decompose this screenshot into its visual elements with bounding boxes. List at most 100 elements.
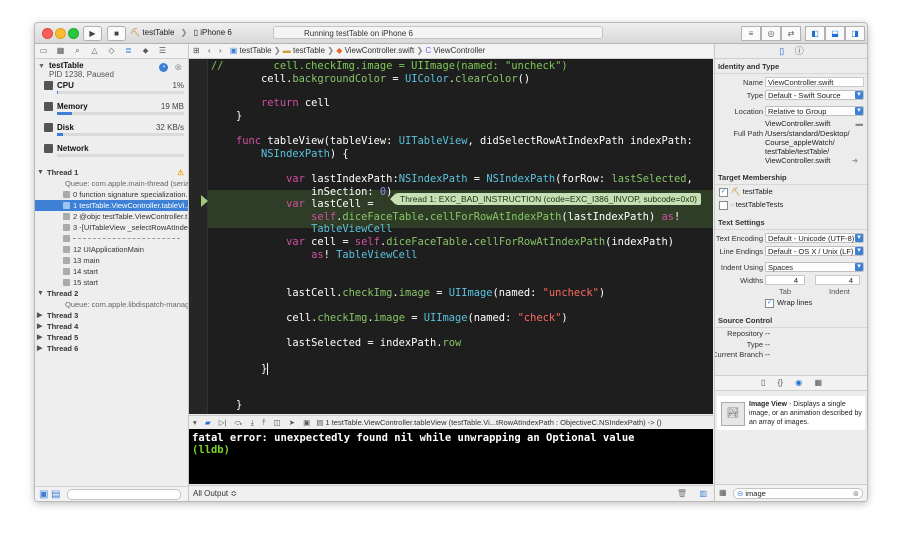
file-template-icon[interactable]: ▯ <box>761 378 765 387</box>
current-frame-label[interactable]: 1 testTable.ViewController.tableView (te… <box>325 418 661 427</box>
gauge-disk[interactable]: Disk 32 KB/s <box>35 121 188 142</box>
report-icon[interactable]: ☰ <box>154 44 171 58</box>
grid-view-icon[interactable]: ▦ <box>719 485 727 501</box>
jump-item-symbol[interactable]: ViewController <box>433 46 485 55</box>
library-item-image-view[interactable]: 🏞 Image View - Displays a single image, … <box>717 396 865 430</box>
line-endings-popup[interactable]: Default - OS X / Unix (LF) <box>765 246 864 256</box>
testtabletests-checkbox[interactable] <box>719 200 728 210</box>
testtable-checkbox[interactable]: ✓ <box>719 187 728 197</box>
repository-value: -- <box>765 329 770 338</box>
gauge-cpu[interactable]: CPU 1% <box>35 79 188 100</box>
toggle-debug-area-button[interactable]: ⬓ <box>825 26 845 41</box>
disclosure-icon[interactable]: ▼ <box>37 288 44 299</box>
close-window-button[interactable] <box>42 28 53 39</box>
trash-icon[interactable]: 🗑 <box>677 486 687 501</box>
gauge-icon[interactable]: ◔ <box>159 63 168 72</box>
filter-threads-icon[interactable]: ▤ <box>51 489 60 500</box>
symbol-icon[interactable]: ▦ <box>52 44 69 58</box>
code-snippet-icon[interactable]: {} <box>778 378 783 387</box>
source-editor[interactable]: // cell.checkImg.image = UIImage(named: … <box>189 59 713 414</box>
folder-icon[interactable]: ▬ <box>856 118 864 129</box>
stack-frame-row[interactable] <box>35 233 188 244</box>
object-library-icon[interactable]: ◉ <box>795 378 802 387</box>
warning-icon[interactable]: △ <box>86 44 103 58</box>
version-editor-button[interactable]: ⇄ <box>781 26 801 41</box>
gauge-network[interactable]: Network <box>35 142 188 163</box>
continue-icon[interactable]: ▷| <box>219 418 227 427</box>
type-popup[interactable]: Default - Swift Source <box>765 90 864 100</box>
instruction-pointer-icon[interactable] <box>201 195 208 207</box>
minimize-window-button[interactable] <box>55 28 66 39</box>
toggle-utilities-button[interactable]: ◨ <box>845 26 865 41</box>
stack-frame-row[interactable]: 0 function signature specialization... <box>35 189 188 200</box>
disclosure-icon[interactable]: ▶ <box>37 343 42 354</box>
stack-frame-row[interactable]: 15 start <box>35 277 188 288</box>
run-button[interactable]: ▶ <box>83 26 102 41</box>
stop-button[interactable]: ■ <box>107 26 126 41</box>
standard-editor-button[interactable]: ≡ <box>741 26 761 41</box>
folder-icon[interactable]: ▭ <box>35 44 52 58</box>
debug-console[interactable]: fatal error: unexpectedly found nil whil… <box>189 429 713 484</box>
editor-gutter[interactable] <box>189 59 208 414</box>
thread-row[interactable]: ▶ Thread 5 <box>35 332 188 343</box>
stack-frame-row[interactable]: 13 main <box>35 255 188 266</box>
file-inspector-icon[interactable]: ▯ <box>779 46 784 56</box>
location-icon[interactable]: ⊗ <box>174 62 182 73</box>
location-label: Location <box>734 107 763 116</box>
debug-icon[interactable]: ≣ <box>120 44 137 58</box>
filter-options-icon[interactable]: ▣ <box>39 489 48 500</box>
stack-frame-row[interactable]: 3 -[UITableView _selectRowAtInde... <box>35 222 188 233</box>
related-items-icon[interactable]: ⊞ <box>193 46 200 55</box>
gauge-memory[interactable]: Memory 19 MB <box>35 100 188 121</box>
stack-frame-row[interactable]: 2 @objc testTable.ViewController.t... <box>35 211 188 222</box>
media-library-icon[interactable]: ▦ <box>814 378 822 387</box>
name-field[interactable]: ViewController.swift <box>765 77 864 87</box>
thread-row[interactable]: ▶ Thread 3 <box>35 310 188 321</box>
reveal-arrow-icon[interactable]: ➜ <box>852 156 858 165</box>
breakpoints-toggle-icon[interactable]: ▰ <box>205 418 211 427</box>
stack-frame-row[interactable]: 1 testTable.ViewController.tableVi... <box>35 200 188 211</box>
wrap-lines-checkbox[interactable]: ✓ <box>765 298 774 308</box>
clear-filter-icon[interactable]: ⊗ <box>853 489 859 498</box>
console-layout-icon[interactable]: ▥ <box>699 486 707 501</box>
thread-icon[interactable]: ▣ <box>303 418 310 427</box>
navigator-filter-input[interactable] <box>67 489 181 500</box>
location-popup[interactable]: Relative to Group <box>765 106 864 116</box>
toggle-navigator-button[interactable]: ◧ <box>805 26 825 41</box>
location-icon[interactable]: ➤ <box>289 418 295 427</box>
breakpoint-icon[interactable]: ⬥ <box>137 44 154 58</box>
help-icon[interactable]: ⓘ <box>795 46 804 56</box>
step-over-icon[interactable]: ⤼ <box>235 418 243 427</box>
disclosure-icon[interactable]: ▶ <box>37 321 42 332</box>
disclosure-icon[interactable]: ▼ <box>37 167 44 178</box>
encoding-popup[interactable]: Default - Unicode (UTF-8) <box>765 233 864 243</box>
jump-item-project[interactable]: testTable <box>240 46 272 55</box>
scheme-selector[interactable]: ⛏ testTable ❯ ▯ iPhone 6 <box>130 26 232 39</box>
thread-row[interactable]: ▼ Thread 1 ⚠ <box>35 167 188 178</box>
step-out-icon[interactable]: ⤒ <box>262 418 265 427</box>
jump-item-group[interactable]: testTable <box>293 46 325 55</box>
test-icon[interactable]: ◇ <box>103 44 120 58</box>
output-selector[interactable]: All Output ≎ <box>193 489 237 498</box>
tab-width-field[interactable]: 4 <box>765 275 805 285</box>
thread-row[interactable]: ▼ Thread 2 <box>35 288 188 299</box>
forward-button[interactable]: › <box>219 46 222 55</box>
step-into-icon[interactable]: ⤓ <box>251 418 254 427</box>
indent-using-popup[interactable]: Spaces <box>765 262 864 272</box>
assistant-editor-button[interactable]: ◎ <box>761 26 781 41</box>
disclosure-icon[interactable]: ▶ <box>37 310 42 321</box>
zoom-window-button[interactable] <box>68 28 79 39</box>
indent-width-field[interactable]: 4 <box>815 275 860 285</box>
stack-frame-row[interactable]: 12 UIApplicationMain <box>35 244 188 255</box>
search-icon[interactable]: ⌕ <box>69 44 86 58</box>
process-row[interactable]: ▼ testTable PID 1238, Paused ◔ ⊗ <box>35 59 188 79</box>
stack-frame-row[interactable]: 14 start <box>35 266 188 277</box>
thread-row[interactable]: ▶ Thread 4 <box>35 321 188 332</box>
library-filter-input[interactable]: ⊖ image ⊗ <box>733 488 863 499</box>
thread-row[interactable]: ▶ Thread 6 <box>35 343 188 354</box>
jump-item-file[interactable]: ViewController.swift <box>345 46 415 55</box>
hide-debug-area-icon[interactable]: ▾ <box>193 418 197 427</box>
view-debugger-icon[interactable]: ◫ <box>274 418 281 427</box>
back-button[interactable]: ‹ <box>208 46 211 55</box>
disclosure-icon[interactable]: ▶ <box>37 332 42 343</box>
